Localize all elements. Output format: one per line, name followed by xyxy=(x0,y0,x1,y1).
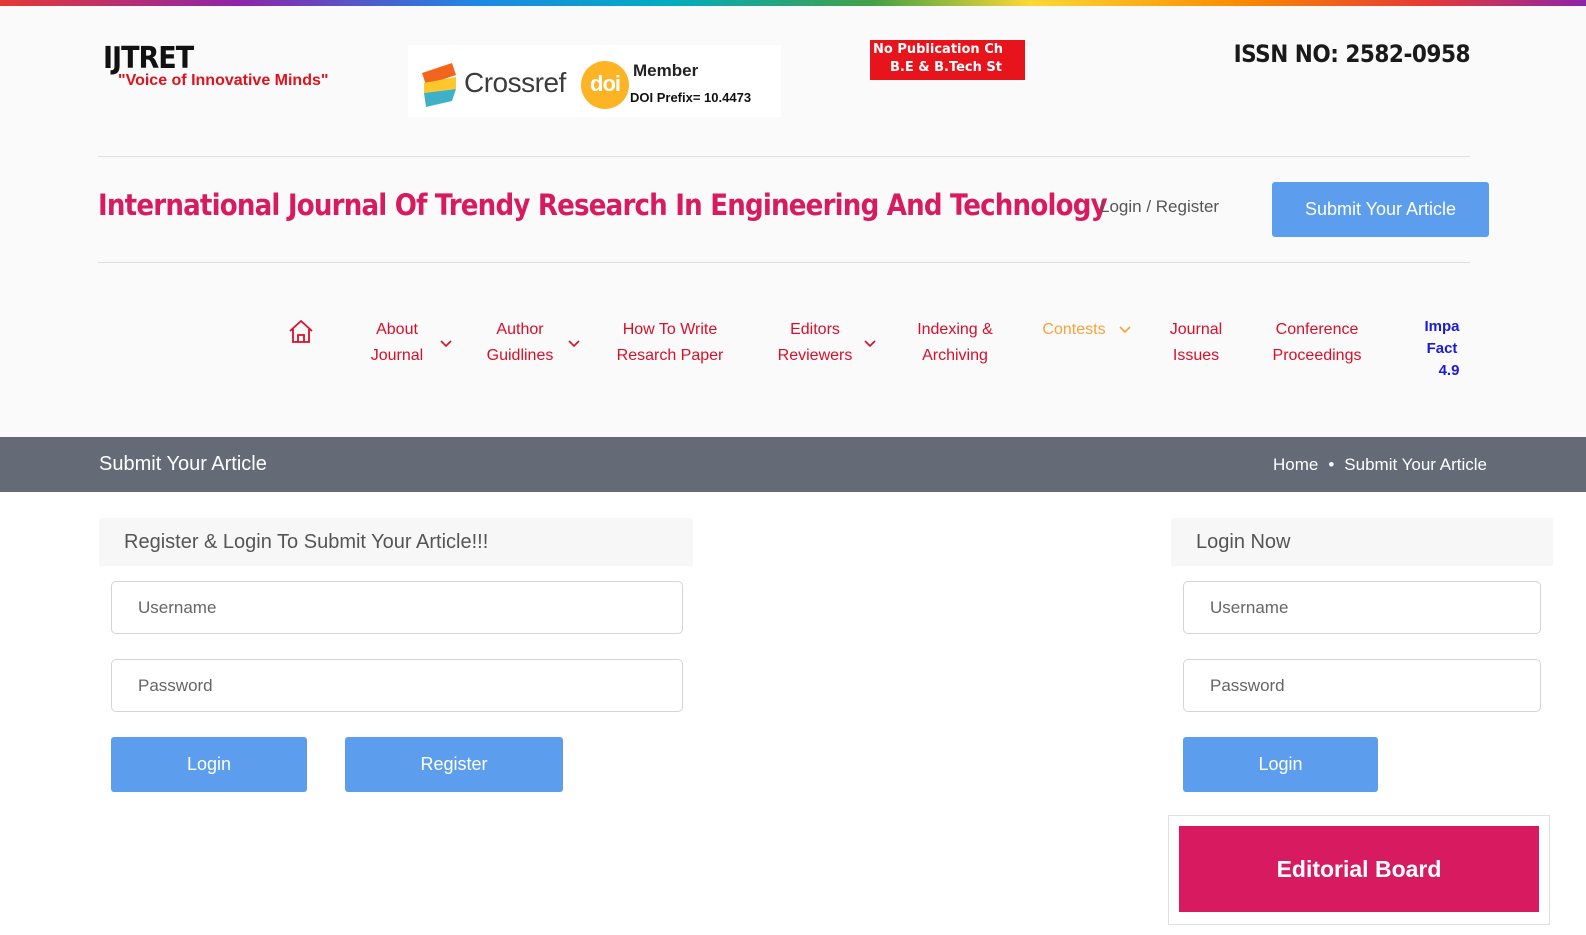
header-divider-top xyxy=(98,156,1470,157)
nav-label: 4.9 xyxy=(1438,362,1460,379)
doi-member-label: Member xyxy=(633,61,699,80)
doi-icon: doi xyxy=(581,61,629,109)
sidebar-username-input[interactable] xyxy=(1183,581,1541,634)
nav-conference-proceedings[interactable]: Conference Proceedings xyxy=(1262,317,1372,369)
notice-line-2: B.E & B.Tech St xyxy=(890,60,1002,75)
crossref-badge[interactable]: Crossref doi Member DOI Prefix= 10.4473 xyxy=(408,45,781,117)
nav-about-journal[interactable]: About Journal xyxy=(357,317,437,369)
top-color-strip xyxy=(0,0,1586,6)
notice-line-1: No Publication Ch xyxy=(873,42,1003,57)
submit-article-button[interactable]: Submit Your Article xyxy=(1272,182,1489,237)
crossref-logo-icon xyxy=(422,63,456,107)
chevron-down-icon[interactable] xyxy=(864,340,876,348)
page-title: Submit Your Article xyxy=(99,453,267,475)
issn-number: ISSN NO: 2582-0958 xyxy=(1233,40,1471,68)
chevron-down-icon[interactable] xyxy=(568,340,580,348)
nav-label: Archiving xyxy=(922,347,988,364)
breadcrumb-separator: • xyxy=(1328,455,1335,474)
chevron-down-icon[interactable] xyxy=(1119,326,1131,334)
password-input[interactable] xyxy=(111,659,683,712)
breadcrumb-home[interactable]: Home xyxy=(1273,455,1318,474)
nav-label: Proceedings xyxy=(1272,347,1362,364)
nav-label: How To Write xyxy=(622,321,718,338)
doi-prefix: DOI Prefix= 10.4473 xyxy=(630,90,752,105)
breadcrumb-current: Submit Your Article xyxy=(1344,455,1487,474)
nav-label: Editors xyxy=(790,321,840,338)
breadcrumb: Home • Submit Your Article xyxy=(1273,455,1487,475)
nav-label: Indexing & xyxy=(917,321,993,338)
nav-impact-factor[interactable]: Impa Fact 4.9 xyxy=(1418,316,1466,382)
logo-name: IJTRET xyxy=(103,41,194,76)
editorial-board-widget: Editorial Board xyxy=(1168,815,1550,925)
header-divider-bottom xyxy=(98,262,1470,263)
login-register-link[interactable]: Login / Register xyxy=(1100,197,1219,217)
nav-label: Journal xyxy=(370,347,424,364)
register-login-heading: Register & Login To Submit Your Article!… xyxy=(99,518,693,566)
nav-label: Reviewers xyxy=(777,347,853,364)
nav-label: Resarch Paper xyxy=(616,347,724,364)
sidebar-login-button[interactable]: Login xyxy=(1183,737,1378,792)
login-now-heading: Login Now xyxy=(1171,518,1553,566)
nav-indexing-archiving[interactable]: Indexing & Archiving xyxy=(905,317,1005,369)
site-logo[interactable]: IJTRET "Voice of Innovative Minds" xyxy=(103,44,353,94)
nav-label: Contests xyxy=(1042,321,1106,338)
nav-journal-issues[interactable]: Journal Issues xyxy=(1160,317,1232,369)
nav-label: Journal xyxy=(1169,321,1223,338)
editorial-board-button[interactable]: Editorial Board xyxy=(1179,826,1539,912)
nav-label: Issues xyxy=(1172,347,1220,364)
home-icon[interactable] xyxy=(287,318,315,344)
nav-editors-reviewers[interactable]: Editors Reviewers xyxy=(770,317,860,369)
nav-contests[interactable]: Contests xyxy=(1034,317,1114,343)
username-input[interactable] xyxy=(111,581,683,634)
login-button[interactable]: Login xyxy=(111,737,307,792)
publication-notice[interactable]: No Publication Ch B.E & B.Tech St xyxy=(870,40,1025,80)
nav-author-guidelines[interactable]: Author Guidlines xyxy=(475,317,565,369)
page-banner: Submit Your Article Home • Submit Your Art… xyxy=(0,437,1586,492)
nav-label: Impa xyxy=(1424,318,1460,335)
logo-tagline: "Voice of Innovative Minds" xyxy=(118,72,329,89)
site-title[interactable]: International Journal Of Trendy Research… xyxy=(98,188,1108,222)
sidebar-password-input[interactable] xyxy=(1183,659,1541,712)
nav-label: Author xyxy=(496,321,544,338)
nav-label: About xyxy=(376,321,418,338)
register-button[interactable]: Register xyxy=(345,737,563,792)
nav-how-to-write[interactable]: How To Write Resarch Paper xyxy=(608,317,732,369)
chevron-down-icon[interactable] xyxy=(440,340,452,348)
crossref-brand: Crossref xyxy=(464,67,566,98)
nav-label: Guidlines xyxy=(486,347,554,364)
nav-label: Conference xyxy=(1275,321,1359,338)
nav-label: Fact xyxy=(1426,340,1458,357)
